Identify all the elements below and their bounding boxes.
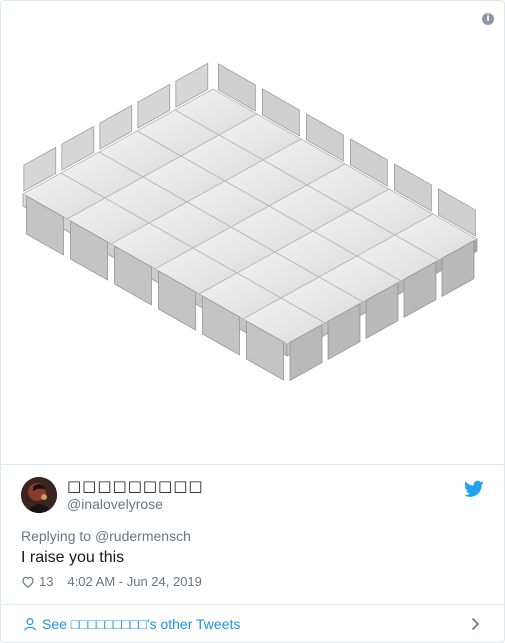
- see-other-tweets-label: See □□□□□□□□□'s other Tweets: [42, 616, 241, 632]
- info-icon[interactable]: i: [482, 13, 494, 25]
- user-handle[interactable]: @inalovelyrose: [67, 496, 163, 512]
- heart-icon[interactable]: [21, 575, 35, 589]
- display-name[interactable]: □□□□□□□□□: [67, 477, 204, 495]
- twitter-bird-icon[interactable]: [464, 480, 484, 498]
- reply-prefix: Replying to: [21, 528, 92, 544]
- like-count[interactable]: 13: [39, 574, 53, 589]
- tweet-timestamp[interactable]: 4:02 AM - Jun 24, 2019: [67, 574, 201, 589]
- chevron-right-icon: [471, 617, 480, 631]
- tweet-meta: 13 4:02 AM - Jun 24, 2019: [21, 574, 202, 589]
- tweet-media-image[interactable]: i: [1, 1, 504, 465]
- reply-to-link[interactable]: @rudermensch: [95, 528, 191, 544]
- embedded-tweet-card: i □□□□□□□□□ @inalovelyrose Replying to @…: [0, 0, 505, 643]
- see-other-tweets-link[interactable]: See □□□□□□□□□'s other Tweets: [1, 604, 504, 642]
- avatar[interactable]: [21, 477, 57, 513]
- avatar-image: [21, 477, 57, 513]
- tweet-text: I raise you this: [21, 549, 125, 566]
- reply-context: Replying to @rudermensch: [21, 528, 191, 544]
- person-icon: [24, 618, 36, 631]
- giant-sectional-sofa-image: [22, 62, 478, 381]
